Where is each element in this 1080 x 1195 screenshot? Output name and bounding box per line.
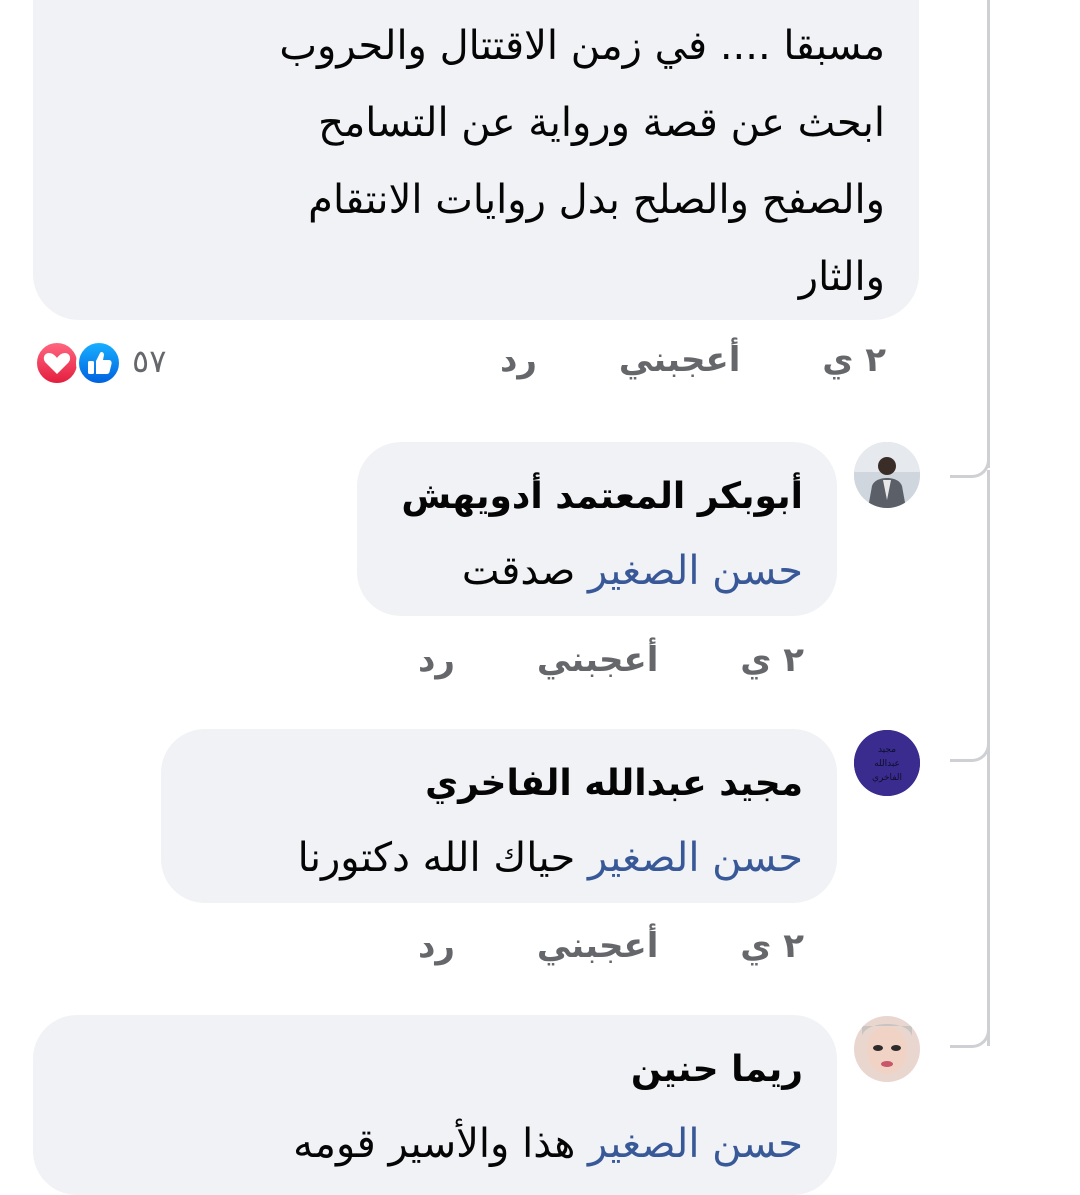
reply-body: حياك الله دكتورنا [297,835,576,881]
comment-author[interactable]: ريما حنين [33,1045,803,1095]
thread-branch [950,440,990,478]
mention-link[interactable]: حسن الصغير [588,548,803,594]
reply-button[interactable]: رد [418,640,455,680]
reply-body: هذا والأسير قومه [293,1121,576,1167]
reaction-count: ٥٧ [132,342,167,380]
reply-actions: ٢ ي أعجبني رد [418,926,804,966]
avatar[interactable] [854,1016,920,1082]
reply-button[interactable]: رد [418,926,455,966]
svg-text:الفاخري: الفاخري [872,773,902,783]
thread-line [986,0,990,468]
like-button[interactable]: أعجبني [537,926,659,966]
svg-text:مجيد: مجيد [878,745,896,755]
comment-time[interactable]: ٢ ي [740,926,804,966]
thread-line [986,470,990,760]
main-comment-text: مسبقا .... في زمن الاقتتال والحروب ابحث … [279,23,885,300]
comment-author[interactable]: مجيد عبدالله الفاخري [161,759,803,809]
main-comment-bubble: مسبقا .... في زمن الاقتتال والحروب ابحث … [33,0,919,320]
svg-text:عبدالله: عبدالله [874,759,900,769]
thread-line [986,756,990,1046]
avatar[interactable]: مجيد عبدالله الفاخري [854,730,920,796]
thread-branch [950,1010,990,1048]
reply-actions: ٢ ي أعجبني رد [418,640,804,680]
reply-bubble: مجيد عبدالله الفاخري حسن الصغير حياك الل… [161,729,837,903]
reply-bubble: ريما حنين حسن الصغير هذا والأسير قومه [33,1015,837,1195]
reply-text: حسن الصغير حياك الله دكتورنا [161,823,803,893]
like-button[interactable]: أعجبني [537,640,659,680]
reply-button[interactable]: رد [500,340,537,380]
like-reaction-icon [76,340,122,386]
reply-text: حسن الصغير هذا والأسير قومه [33,1109,803,1179]
reply-body: صدقت [461,548,576,594]
reaction-summary[interactable]: ٥٧ [34,338,184,388]
mention-link[interactable]: حسن الصغير [588,835,803,881]
like-button[interactable]: أعجبني [619,340,741,380]
thread-branch [950,724,990,762]
reply-text: حسن الصغير صدقت [357,536,803,606]
main-comment-actions: ٢ ي أعجبني رد [500,340,886,380]
mention-link[interactable]: حسن الصغير [588,1121,803,1167]
comment-time[interactable]: ٢ ي [822,340,886,380]
reply-bubble: أبوبكر المعتمد أدويهش حسن الصغير صدقت [357,442,837,616]
comment-author[interactable]: أبوبكر المعتمد أدويهش [357,472,803,522]
avatar[interactable] [854,442,920,508]
love-reaction-icon [34,340,80,386]
comment-time[interactable]: ٢ ي [740,640,804,680]
